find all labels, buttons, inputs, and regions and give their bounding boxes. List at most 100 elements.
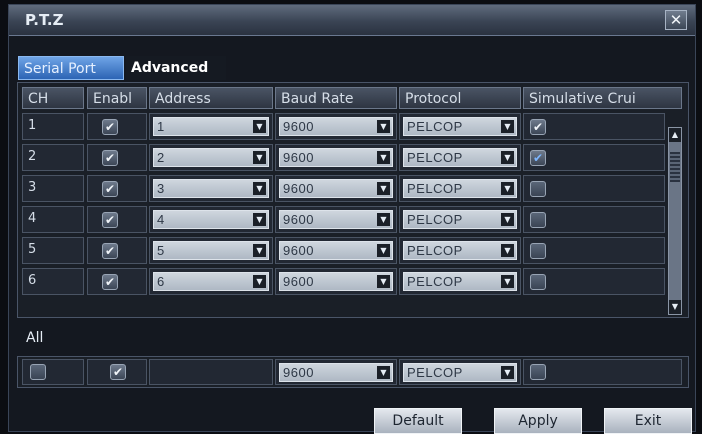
baud-select[interactable]: 9600 ▼ [279, 179, 393, 198]
table-cell-protocol: PELCOP ▼ [399, 268, 521, 295]
channel-number: 3 [28, 180, 37, 195]
apply-button[interactable]: Apply [494, 408, 582, 434]
dropdown-arrow-icon: ▼ [501, 366, 514, 379]
dropdown-arrow-icon: ▼ [377, 366, 390, 379]
address-select[interactable]: 6 ▼ [153, 272, 269, 291]
enable-checkbox[interactable]: ✔ [102, 181, 118, 197]
table-cell-baud: 9600 ▼ [275, 268, 397, 295]
all-settings-row: ✔ 9600 ▼ PELCOP ▼ [17, 356, 689, 388]
dropdown-arrow-icon: ▼ [253, 120, 266, 133]
all-simulative-cruise-cell [523, 359, 682, 385]
table-cell-enable: ✔ [87, 268, 147, 295]
dropdown-arrow-icon: ▼ [377, 244, 390, 257]
table-cell-enable: ✔ [87, 113, 147, 140]
baud-select[interactable]: 9600 ▼ [279, 241, 393, 260]
table-cell-cruise: ✔ [523, 113, 665, 140]
scroll-down-icon[interactable]: ▼ [669, 300, 681, 314]
address-select[interactable]: 3 ▼ [153, 179, 269, 198]
all-section-label: All [26, 330, 44, 346]
table-cell-cruise [523, 268, 665, 295]
protocol-select[interactable]: PELCOP ▼ [403, 179, 517, 198]
dropdown-arrow-icon: ▼ [501, 213, 514, 226]
address-select[interactable]: 4 ▼ [153, 210, 269, 229]
channel-number: 6 [28, 273, 37, 288]
window-title: P.T.Z [25, 11, 64, 29]
enable-checkbox[interactable]: ✔ [102, 119, 118, 135]
table-cell-enable: ✔ [87, 237, 147, 264]
table-cell-baud: 9600 ▼ [275, 206, 397, 233]
all-baud-rate-cell: 9600 ▼ [275, 359, 397, 385]
dropdown-arrow-icon: ▼ [377, 120, 390, 133]
enable-checkbox[interactable]: ✔ [102, 274, 118, 290]
dropdown-arrow-icon: ▼ [501, 182, 514, 195]
table-cell-cruise: ✔ [523, 144, 665, 171]
table-cell-enable: ✔ [87, 206, 147, 233]
all-protocol-cell: PELCOP ▼ [399, 359, 521, 385]
channel-number: 5 [28, 242, 37, 257]
protocol-select[interactable]: PELCOP ▼ [403, 210, 517, 229]
all-baud-rate-value: 9600 [283, 365, 314, 380]
protocol-select[interactable]: PELCOP ▼ [403, 117, 517, 136]
table-cell-address: 1 ▼ [149, 113, 273, 140]
simulative-cruise-checkbox[interactable] [530, 181, 546, 197]
protocol-select[interactable]: PELCOP ▼ [403, 241, 517, 260]
column-header-simulative-cruise: Simulative Crui [523, 87, 682, 109]
table-cell-protocol: PELCOP ▼ [399, 144, 521, 171]
address-select[interactable]: 5 ▼ [153, 241, 269, 260]
all-select-checkbox[interactable] [30, 364, 46, 380]
tab-serial-port[interactable]: Serial Port [18, 56, 124, 80]
baud-value: 9600 [283, 274, 314, 289]
simulative-cruise-checkbox[interactable] [530, 243, 546, 259]
column-header-enable: Enabl [87, 87, 147, 109]
scroll-thumb[interactable] [670, 152, 680, 182]
table-cell-ch: 1 [22, 113, 84, 140]
channel-number: 1 [28, 118, 37, 133]
simulative-cruise-checkbox[interactable]: ✔ [530, 150, 546, 166]
enable-checkbox[interactable]: ✔ [102, 212, 118, 228]
column-header-baud-rate: Baud Rate [275, 87, 397, 109]
table-cell-cruise [523, 237, 665, 264]
protocol-value: PELCOP [407, 181, 463, 196]
tab-advanced[interactable]: Advanced [126, 56, 226, 80]
baud-select[interactable]: 9600 ▼ [279, 148, 393, 167]
simulative-cruise-checkbox[interactable]: ✔ [530, 119, 546, 135]
all-enable-cell: ✔ [87, 359, 147, 385]
enable-checkbox[interactable]: ✔ [102, 150, 118, 166]
protocol-value: PELCOP [407, 150, 463, 165]
all-protocol-select[interactable]: PELCOP ▼ [403, 363, 517, 382]
column-header-protocol: Protocol [399, 87, 521, 109]
enable-checkbox[interactable]: ✔ [102, 243, 118, 259]
channel-number: 2 [28, 149, 37, 164]
table-scrollbar[interactable]: ▲ ▼ [668, 127, 682, 315]
default-button[interactable]: Default [374, 408, 462, 434]
table-cell-baud: 9600 ▼ [275, 144, 397, 171]
address-value: 3 [157, 181, 165, 196]
protocol-select[interactable]: PELCOP ▼ [403, 148, 517, 167]
title-bar: P.T.Z ✕ [9, 5, 695, 36]
close-icon[interactable]: ✕ [665, 10, 687, 30]
simulative-cruise-checkbox[interactable] [530, 212, 546, 228]
table-cell-address: 5 ▼ [149, 237, 273, 264]
protocol-value: PELCOP [407, 243, 463, 258]
protocol-value: PELCOP [407, 274, 463, 289]
column-header-ch: CH [22, 87, 84, 109]
baud-select[interactable]: 9600 ▼ [279, 117, 393, 136]
baud-select[interactable]: 9600 ▼ [279, 272, 393, 291]
table-cell-ch: 3 [22, 175, 84, 202]
all-address-cell [149, 359, 273, 385]
address-select[interactable]: 2 ▼ [153, 148, 269, 167]
all-baud-rate-select[interactable]: 9600 ▼ [279, 363, 393, 382]
address-value: 1 [157, 119, 165, 134]
protocol-select[interactable]: PELCOP ▼ [403, 272, 517, 291]
all-enable-checkbox[interactable]: ✔ [110, 364, 126, 380]
scroll-up-icon[interactable]: ▲ [669, 128, 681, 142]
baud-select[interactable]: 9600 ▼ [279, 210, 393, 229]
exit-button[interactable]: Exit [604, 408, 692, 434]
address-select[interactable]: 1 ▼ [153, 117, 269, 136]
simulative-cruise-checkbox[interactable] [530, 274, 546, 290]
all-simulative-cruise-checkbox[interactable] [530, 364, 546, 380]
dropdown-arrow-icon: ▼ [377, 275, 390, 288]
dropdown-arrow-icon: ▼ [253, 244, 266, 257]
table-cell-enable: ✔ [87, 144, 147, 171]
table-cell-ch: 6 [22, 268, 84, 295]
